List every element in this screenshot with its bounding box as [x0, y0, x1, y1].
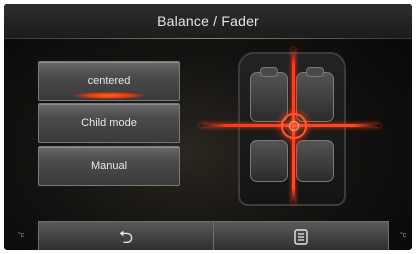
- header-bar: Balance / Fader: [4, 4, 412, 39]
- footer-bar: °c ⮌ °c: [4, 218, 412, 250]
- balance-fader-area[interactable]: [200, 48, 380, 206]
- menu-button[interactable]: [213, 221, 389, 250]
- back-arrow-icon: ⮌: [118, 226, 134, 247]
- menu-list-icon: [294, 228, 308, 245]
- handle-center-icon: [289, 121, 299, 131]
- mode-manual-label: Manual: [90, 160, 128, 172]
- mode-centered-button[interactable]: centered: [38, 61, 180, 101]
- mode-centered-label: centered: [87, 75, 131, 87]
- mode-manual-button[interactable]: Manual: [38, 146, 180, 186]
- header-divider: [14, 38, 402, 39]
- mode-child-label: Child mode: [81, 117, 137, 129]
- balance-fader-handle[interactable]: [281, 113, 307, 139]
- rear-right-seat-icon: [296, 140, 334, 182]
- temperature-unit-left: °c: [18, 232, 25, 239]
- front-left-seat-icon: [250, 67, 288, 122]
- page-title: Balance / Fader: [157, 13, 259, 29]
- back-button[interactable]: ⮌: [38, 221, 214, 250]
- headrest-icon: [306, 67, 324, 77]
- temperature-unit-right: °c: [400, 232, 407, 239]
- mode-child-button[interactable]: Child mode: [38, 103, 180, 143]
- screen: Balance / Fader centered Child mode Manu…: [4, 4, 412, 250]
- rear-left-seat-icon: [250, 140, 288, 182]
- headrest-icon: [260, 67, 278, 77]
- front-right-seat-icon: [296, 67, 334, 122]
